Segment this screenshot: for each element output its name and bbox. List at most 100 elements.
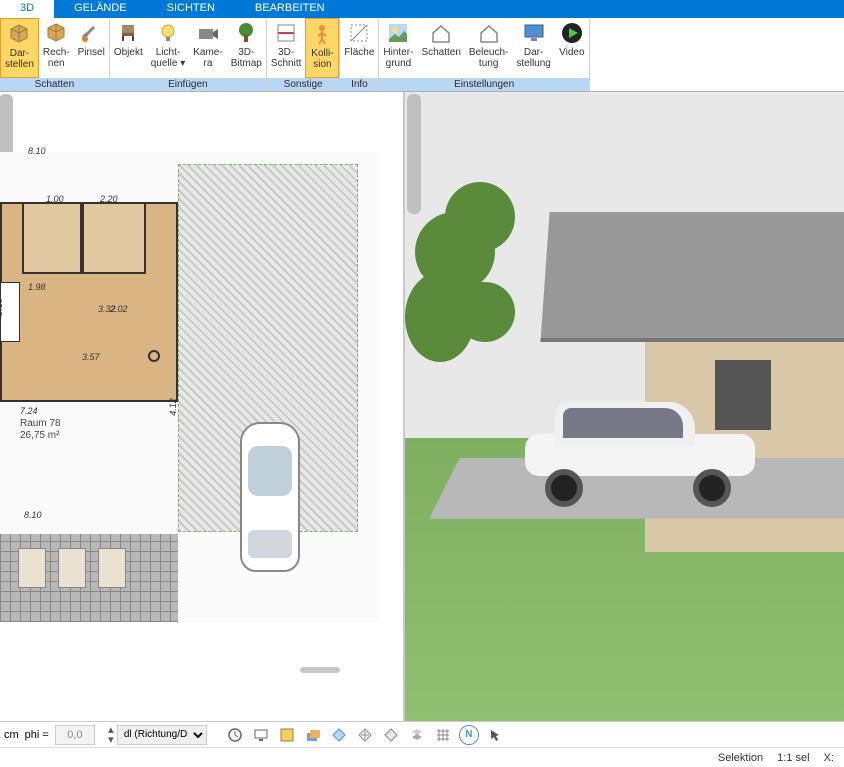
ribbon-kollision[interactable]: Kolli- sion <box>305 18 339 78</box>
tab-3d[interactable]: 3D <box>0 0 54 18</box>
ribbon-darstellen[interactable]: Dar- stellen <box>0 18 39 78</box>
ribbon-label: Rech- nen <box>43 47 70 69</box>
group-label: Einfügen <box>110 78 266 91</box>
house-icon <box>477 21 501 45</box>
tab-bar: 3D GELÄNDE SICHTEN BEARBEITEN <box>0 0 844 18</box>
room-area: 26,75 m² <box>20 430 59 441</box>
tab-bearbeiten[interactable]: BEARBEITEN <box>235 0 345 18</box>
dim-bottom: 8.10 <box>24 510 42 520</box>
car-top-view[interactable] <box>240 422 300 572</box>
status-bar: Selektion 1:1 sel X: <box>0 748 844 767</box>
ribbon-schatten[interactable]: Schatten <box>417 18 464 78</box>
ribbon-label: Fläche <box>344 47 374 58</box>
ribbon-label: Video <box>559 47 584 58</box>
status-scale: 1:1 sel <box>777 752 809 764</box>
status-selektion: Selektion <box>718 752 763 764</box>
room-stair2[interactable] <box>82 202 146 274</box>
ribbon-label: Pinsel <box>78 47 105 58</box>
ribbon-label: 3D- Bitmap <box>231 47 262 69</box>
tree-icon <box>234 21 258 45</box>
bg-icon <box>386 21 410 45</box>
ribbon-beleuchtung[interactable]: Beleuch- tung <box>465 18 512 78</box>
ribbon-video[interactable]: Video <box>555 18 589 78</box>
footer-toolbar: cm phi = ▴ ▾ dl (Richtung/Di N <box>0 722 844 748</box>
chair-icon <box>116 21 140 45</box>
diamond2-icon[interactable] <box>355 725 375 745</box>
diamond-stack-icon[interactable] <box>407 725 427 745</box>
group-label: Einstellungen <box>379 78 588 91</box>
ribbon-schnitt[interactable]: 3D- Schnitt <box>267 18 306 78</box>
phi-label: phi = <box>25 729 49 741</box>
layers-icon[interactable] <box>303 725 323 745</box>
dim-int7: 2.02 <box>110 304 128 314</box>
window-icon[interactable] <box>277 725 297 745</box>
ribbon: Dar- stellen Rech- nen Pinsel Schatten Objek… <box>0 18 844 92</box>
unit-label: cm <box>4 729 19 741</box>
footer: cm phi = ▴ ▾ dl (Richtung/Di N Selektion… <box>0 721 844 767</box>
dim-top: 8.10 <box>28 146 46 156</box>
brush-icon <box>79 21 103 45</box>
furniture-2 <box>58 548 86 588</box>
ribbon-objekt[interactable]: Objekt <box>110 18 147 78</box>
tab-sichten[interactable]: SICHTEN <box>147 0 235 18</box>
cursor-icon[interactable] <box>485 725 505 745</box>
house-icon <box>429 21 453 45</box>
ribbon-label: Beleuch- tung <box>469 47 508 69</box>
monitor-small-icon[interactable] <box>251 725 271 745</box>
ribbon-label: Objekt <box>114 47 143 58</box>
bulb-icon <box>156 21 180 45</box>
furniture-1 <box>18 548 46 588</box>
area-icon <box>347 21 371 45</box>
status-x: X: <box>824 752 834 764</box>
room-stair1[interactable] <box>22 202 82 274</box>
phi-input[interactable] <box>55 725 95 745</box>
render-pane[interactable] <box>405 92 844 721</box>
car-3d[interactable] <box>525 402 755 497</box>
diamond1-icon[interactable] <box>329 725 349 745</box>
cut-icon <box>274 21 298 45</box>
ribbon-hintergrund[interactable]: Hinter- grund <box>379 18 417 78</box>
ribbon-label: Kame- ra <box>193 47 222 69</box>
furniture-3 <box>98 548 126 588</box>
tree <box>405 172 535 472</box>
n-icon[interactable]: N <box>459 725 479 745</box>
marker-circle <box>148 350 160 362</box>
tab-gelaende[interactable]: GELÄNDE <box>54 0 147 18</box>
ribbon-label: Schatten <box>421 47 460 58</box>
group-label: Schatten <box>0 78 109 91</box>
floorplan[interactable]: 8.10 1.80 2.10 1.00 2.20 1.98 3.57 3.32 … <box>0 142 390 682</box>
clock-icon[interactable] <box>225 725 245 745</box>
camera-icon <box>196 21 220 45</box>
ribbon-label: Kolli- sion <box>311 48 333 70</box>
dim-int4: 3.57 <box>82 352 100 362</box>
grid-icon[interactable] <box>433 725 453 745</box>
ribbon-label: Dar- stellung <box>516 47 550 69</box>
direction-select[interactable]: dl (Richtung/Di <box>117 725 207 745</box>
dim-roomw: 7.24 <box>20 406 38 416</box>
ribbon-flaeche[interactable]: Fläche <box>340 18 378 78</box>
dim-int2: 2.20 <box>100 194 118 204</box>
group-label: Sonstige <box>267 78 340 91</box>
dim-left2: 2.10 <box>0 298 4 316</box>
ribbon-pinsel[interactable]: Pinsel <box>74 18 109 78</box>
ribbon-label: 3D- Schnitt <box>271 47 302 69</box>
ribbon-darstellung[interactable]: Dar- stellung <box>512 18 554 78</box>
ribbon-label: Licht- quelle ▾ <box>151 47 186 69</box>
ribbon-kamera[interactable]: Kame- ra <box>189 18 226 78</box>
ribbon-label: Dar- stellen <box>5 48 34 70</box>
roof <box>540 212 844 342</box>
h-scroll-thumb[interactable] <box>300 667 340 673</box>
ribbon-rechnen[interactable]: Rech- nen <box>39 18 74 78</box>
person-icon <box>310 22 334 46</box>
group-label: Info <box>340 78 378 91</box>
terrace[interactable] <box>0 534 178 622</box>
ribbon-label: Hinter- grund <box>383 47 413 69</box>
monitor-icon <box>522 21 546 45</box>
ribbon-bitmap[interactable]: 3D- Bitmap <box>227 18 266 78</box>
dim-left1: 1.80 <box>0 222 4 240</box>
floorplan-pane[interactable]: 8.10 1.80 2.10 1.00 2.20 1.98 3.57 3.32 … <box>0 92 405 721</box>
cube-icon <box>44 21 68 45</box>
ribbon-lichtquelle[interactable]: Licht- quelle ▾ <box>147 18 190 78</box>
diamond3-icon[interactable] <box>381 725 401 745</box>
play-icon <box>560 21 584 45</box>
